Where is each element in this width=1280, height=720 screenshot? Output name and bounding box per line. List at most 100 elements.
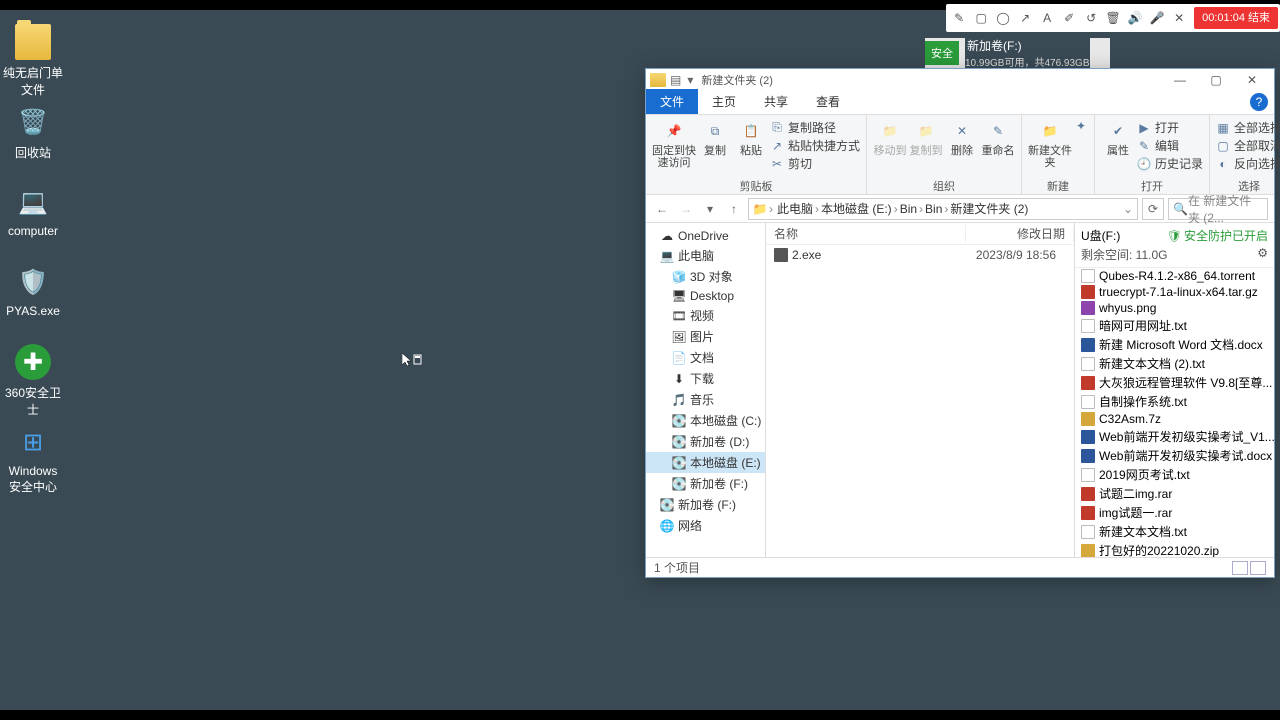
nav-item[interactable]: 💽新加卷 (F:)	[646, 473, 765, 494]
column-date[interactable]: 修改日期	[966, 225, 1074, 242]
desktop-icon-win[interactable]: ⊞Windows 安全中心	[2, 424, 64, 495]
titlebar[interactable]: ▤ ▾ 新建文件夹 (2) ― ▢ ✕	[646, 69, 1274, 91]
copyto-button[interactable]: 📁复制到	[909, 117, 943, 157]
side-file-item[interactable]: 暗网可用网址.txt	[1075, 316, 1274, 335]
desktop-icon-sec[interactable]: ✚360安全卫士	[2, 344, 64, 418]
invert-selection-button[interactable]: ◐反向选择	[1216, 155, 1280, 172]
protection-badge[interactable]: 🛡安全防护已开启	[1167, 227, 1268, 244]
desktop-icon-bin[interactable]: 🗑️回收站	[2, 104, 64, 161]
tab-view[interactable]: 查看	[802, 89, 854, 114]
recorder-timer[interactable]: 00:01:04 结束	[1194, 7, 1278, 29]
tab-share[interactable]: 共享	[750, 89, 802, 114]
desktop-icon-shield[interactable]: 🛡️PYAS.exe	[2, 264, 64, 318]
nav-item[interactable]: 🎞视频	[646, 305, 765, 326]
side-file-item[interactable]: Web前端开发初级实操考试.docx	[1075, 446, 1274, 465]
tab-home[interactable]: 主页	[698, 89, 750, 114]
square-icon[interactable]: ▢	[970, 7, 992, 29]
search-input[interactable]: 🔍在 新建文件夹 (2...	[1168, 198, 1268, 220]
mic-icon[interactable]: 🎤	[1146, 7, 1168, 29]
speaker-icon[interactable]: 🔊	[1124, 7, 1146, 29]
trash-icon[interactable]: 🗑	[1102, 7, 1124, 29]
paste-shortcut-button[interactable]: ↗粘贴快捷方式	[770, 137, 860, 154]
breadcrumb[interactable]: 📁› 此电脑›本地磁盘 (E:)›Bin›Bin›新建文件夹 (2) ⌄	[748, 198, 1138, 220]
side-file-item[interactable]: 新建 Microsoft Word 文档.docx	[1075, 335, 1274, 354]
rename-button[interactable]: ✎重命名	[981, 117, 1015, 157]
delete-button[interactable]: ✕删除	[945, 117, 979, 157]
moveto-button[interactable]: 📁移动到	[873, 117, 907, 157]
pencil-icon[interactable]: ✎	[948, 7, 970, 29]
circle-icon[interactable]: ◯	[992, 7, 1014, 29]
side-file-item[interactable]: whyus.png	[1075, 300, 1274, 316]
help-button[interactable]: ?	[1250, 93, 1268, 111]
arrow-icon[interactable]: ↗	[1014, 7, 1036, 29]
nav-item[interactable]: 🧊3D 对象	[646, 266, 765, 287]
close-icon[interactable]: ✕	[1168, 7, 1190, 29]
nav-item[interactable]: 💽新加卷 (F:)	[646, 494, 765, 515]
file-list-pane[interactable]: 名称 修改日期 2.exe2023/8/9 18:56	[766, 223, 1074, 557]
nav-item[interactable]: 🖥Desktop	[646, 287, 765, 305]
minimize-button[interactable]: ―	[1162, 70, 1198, 90]
nav-item[interactable]: 🖼图片	[646, 326, 765, 347]
view-icons-button[interactable]	[1250, 561, 1266, 575]
paste-button[interactable]: 📋粘贴	[734, 117, 768, 157]
breadcrumb-segment[interactable]: Bin	[923, 202, 944, 216]
column-name[interactable]: 名称	[766, 225, 966, 242]
nav-item[interactable]: 💽本地磁盘 (E:)	[646, 452, 765, 473]
new-folder-button[interactable]: 📁新建文件夹	[1028, 117, 1072, 169]
chevron-down-icon[interactable]: ⌄	[1123, 202, 1133, 216]
properties-button[interactable]: ✔属性	[1101, 117, 1135, 157]
breadcrumb-segment[interactable]: 新建文件夹 (2)	[948, 202, 1030, 216]
gear-icon[interactable]: ⚙	[1257, 246, 1268, 263]
tab-file[interactable]: 文件	[646, 89, 698, 114]
back-button[interactable]: ←	[652, 199, 672, 219]
new-item-button[interactable]: ✦	[1074, 119, 1088, 133]
select-none-button[interactable]: ▢全部取消	[1216, 137, 1280, 154]
nav-item[interactable]: 💽新加卷 (D:)	[646, 431, 765, 452]
side-file-item[interactable]: Web前端开发初级实操考试_V1....	[1075, 427, 1274, 446]
drive-popup[interactable]: 安全 新加卷(F:) 10.99GB可用，共476.93GB	[925, 38, 1110, 68]
pin-quickaccess-button[interactable]: 📌固定到快速访问	[652, 117, 696, 169]
breadcrumb-segment[interactable]: 此电脑	[775, 202, 815, 216]
select-all-button[interactable]: ▦全部选择	[1216, 119, 1280, 136]
view-details-button[interactable]	[1232, 561, 1248, 575]
copy-button[interactable]: ⧉复制	[698, 117, 732, 157]
side-file-item[interactable]: 新建文本文档.txt	[1075, 522, 1274, 541]
open-button[interactable]: ▶打开	[1137, 119, 1203, 136]
nav-item[interactable]: 💽本地磁盘 (C:)	[646, 410, 765, 431]
maximize-button[interactable]: ▢	[1198, 70, 1234, 90]
cut-button[interactable]: ✂剪切	[770, 155, 860, 172]
undo-icon[interactable]: ↺	[1080, 7, 1102, 29]
nav-item[interactable]: ⬇下载	[646, 368, 765, 389]
breadcrumb-segment[interactable]: 本地磁盘 (E:)	[819, 202, 894, 216]
qat-newfolder-icon[interactable]: ▾	[687, 73, 693, 87]
nav-item[interactable]: 💻此电脑	[646, 245, 765, 266]
forward-button[interactable]: →	[676, 199, 696, 219]
copy-path-button[interactable]: ⎘复制路径	[770, 119, 860, 136]
up-button[interactable]: ↑	[724, 199, 744, 219]
side-file-item[interactable]: truecrypt-7.1a-linux-x64.tar.gz	[1075, 284, 1274, 300]
desktop-icon-folder[interactable]: 纯无启门单文件	[2, 24, 64, 98]
nav-item[interactable]: 🎵音乐	[646, 389, 765, 410]
nav-item[interactable]: ☁OneDrive	[646, 227, 765, 245]
qat-props-icon[interactable]: ▤	[670, 73, 681, 87]
side-file-item[interactable]: 2019网页考试.txt	[1075, 465, 1274, 484]
side-file-item[interactable]: img试题一.rar	[1075, 503, 1274, 522]
refresh-button[interactable]: ⟳	[1142, 198, 1164, 220]
nav-item[interactable]: 🌐网络	[646, 515, 765, 536]
side-file-item[interactable]: C32Asm.7z	[1075, 411, 1274, 427]
side-file-item[interactable]: 新建文本文档 (2).txt	[1075, 354, 1274, 373]
navigation-pane[interactable]: ☁OneDrive💻此电脑🧊3D 对象🖥Desktop🎞视频🖼图片📄文档⬇下载🎵…	[646, 223, 766, 557]
side-file-item[interactable]: 打包好的20221020.zip	[1075, 541, 1274, 557]
side-file-item[interactable]: Qubes-R4.1.2-x86_64.torrent	[1075, 268, 1274, 284]
text-icon[interactable]: A	[1036, 7, 1058, 29]
close-button[interactable]: ✕	[1234, 70, 1270, 90]
file-row[interactable]: 2.exe2023/8/9 18:56	[766, 245, 1074, 265]
desktop-icon-pc[interactable]: 💻computer	[2, 184, 64, 238]
breadcrumb-segment[interactable]: Bin	[898, 202, 919, 216]
history-button[interactable]: 🕘历史记录	[1137, 155, 1203, 172]
side-file-item[interactable]: 试题二img.rar	[1075, 484, 1274, 503]
nav-item[interactable]: 📄文档	[646, 347, 765, 368]
highlighter-icon[interactable]: ✐	[1058, 7, 1080, 29]
side-file-item[interactable]: 大灰狼远程管理软件 V9.8[至尊...	[1075, 373, 1274, 392]
side-file-item[interactable]: 自制操作系统.txt	[1075, 392, 1274, 411]
